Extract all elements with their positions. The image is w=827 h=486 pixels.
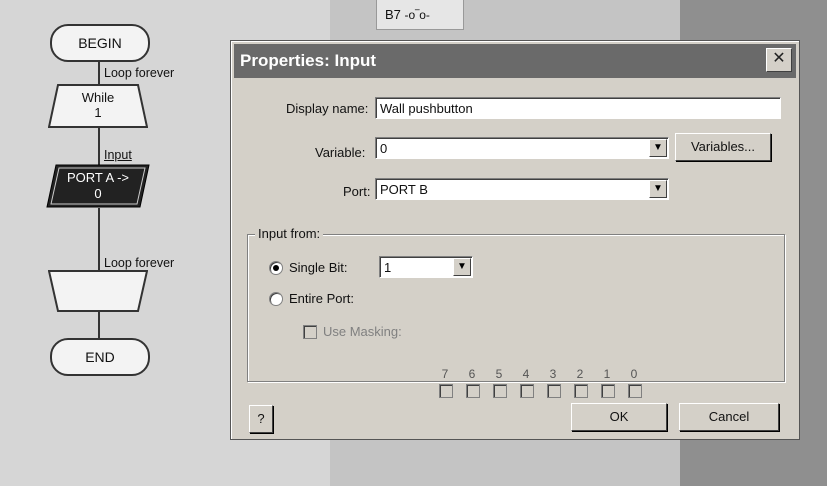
dialog-titlebar[interactable]: Properties: Input ✕: [234, 44, 796, 78]
flowchart-begin[interactable]: BEGIN: [50, 24, 150, 62]
flow-connector: [98, 128, 100, 166]
display-name-label: Display name:: [286, 101, 369, 116]
bit-checkbox[interactable]: [574, 384, 588, 398]
single-bit-radio[interactable]: [269, 261, 283, 275]
entire-port-label: Entire Port:: [289, 291, 355, 306]
port-shape-text: PORT A ->: [66, 170, 130, 185]
port-select[interactable]: PORT B ▼: [375, 178, 669, 200]
properties-input-dialog: Properties: Input ✕ Display name: Wall p…: [230, 40, 800, 440]
variable-label: Variable:: [315, 145, 366, 160]
bit-checkbox[interactable]: [466, 384, 480, 398]
chevron-down-icon[interactable]: ▼: [649, 139, 667, 157]
flowchart-while[interactable]: While 1: [48, 84, 148, 128]
bit-label: 5: [495, 367, 503, 381]
display-name-field[interactable]: Wall pushbutton: [375, 97, 781, 119]
single-bit-select[interactable]: 1 ▼: [379, 256, 473, 278]
bit-label: 4: [522, 367, 530, 381]
port-label: Port:: [343, 184, 371, 199]
b7-label: B7: [385, 7, 401, 22]
flow-connector: [98, 312, 100, 340]
input-from-label: Input from:: [255, 226, 324, 241]
use-masking-label: Use Masking:: [323, 324, 402, 339]
use-masking-checkbox[interactable]: [303, 325, 317, 339]
single-bit-label: Single Bit:: [289, 260, 348, 275]
bit-checkbox[interactable]: [628, 384, 642, 398]
bit-label: 6: [468, 367, 476, 381]
bit-checkbox[interactable]: [520, 384, 534, 398]
flowchart-end[interactable]: END: [50, 338, 150, 376]
ok-button[interactable]: OK: [571, 403, 667, 431]
chevron-down-icon[interactable]: ▼: [649, 180, 667, 198]
loop-forever-label: Loop forever: [104, 66, 175, 80]
bit-checkbox[interactable]: [439, 384, 453, 398]
help-button[interactable]: ?: [249, 405, 273, 433]
single-bit-value: 1: [384, 260, 392, 275]
variable-value: 0: [380, 141, 388, 156]
input-from-group: [247, 234, 785, 382]
close-icon[interactable]: ✕: [766, 48, 792, 72]
bit-label: 2: [576, 367, 584, 381]
dialog-title: Properties: Input: [240, 51, 377, 70]
input-label: Input: [104, 148, 132, 162]
flow-connector: [98, 208, 100, 272]
variable-select[interactable]: 0 ▼: [375, 137, 669, 159]
bit-checkbox[interactable]: [547, 384, 561, 398]
switch-icon: -o‾o-: [404, 8, 430, 22]
while-label: While: [81, 90, 115, 105]
variables-button[interactable]: Variables...: [675, 133, 771, 161]
flowchart-loop-end[interactable]: [47, 270, 149, 312]
cancel-button[interactable]: Cancel: [679, 403, 779, 431]
flow-connector: [98, 58, 100, 86]
bit-label: 0: [630, 367, 638, 381]
flowchart-input-port[interactable]: PORT A -> 0: [46, 164, 150, 208]
bit-label: 3: [549, 367, 557, 381]
bit-checkbox[interactable]: [493, 384, 507, 398]
b7-switch-component: B7 -o‾o-: [376, 0, 464, 30]
chevron-down-icon[interactable]: ▼: [453, 258, 471, 276]
bit-label: 7: [441, 367, 449, 381]
loop-forever-label-2: Loop forever: [104, 256, 175, 270]
port-shape-value: 0: [94, 186, 102, 201]
bit-checkbox[interactable]: [601, 384, 615, 398]
entire-port-radio[interactable]: [269, 292, 283, 306]
bit-label: 1: [603, 367, 611, 381]
while-value: 1: [94, 105, 102, 120]
port-value: PORT B: [380, 182, 428, 197]
